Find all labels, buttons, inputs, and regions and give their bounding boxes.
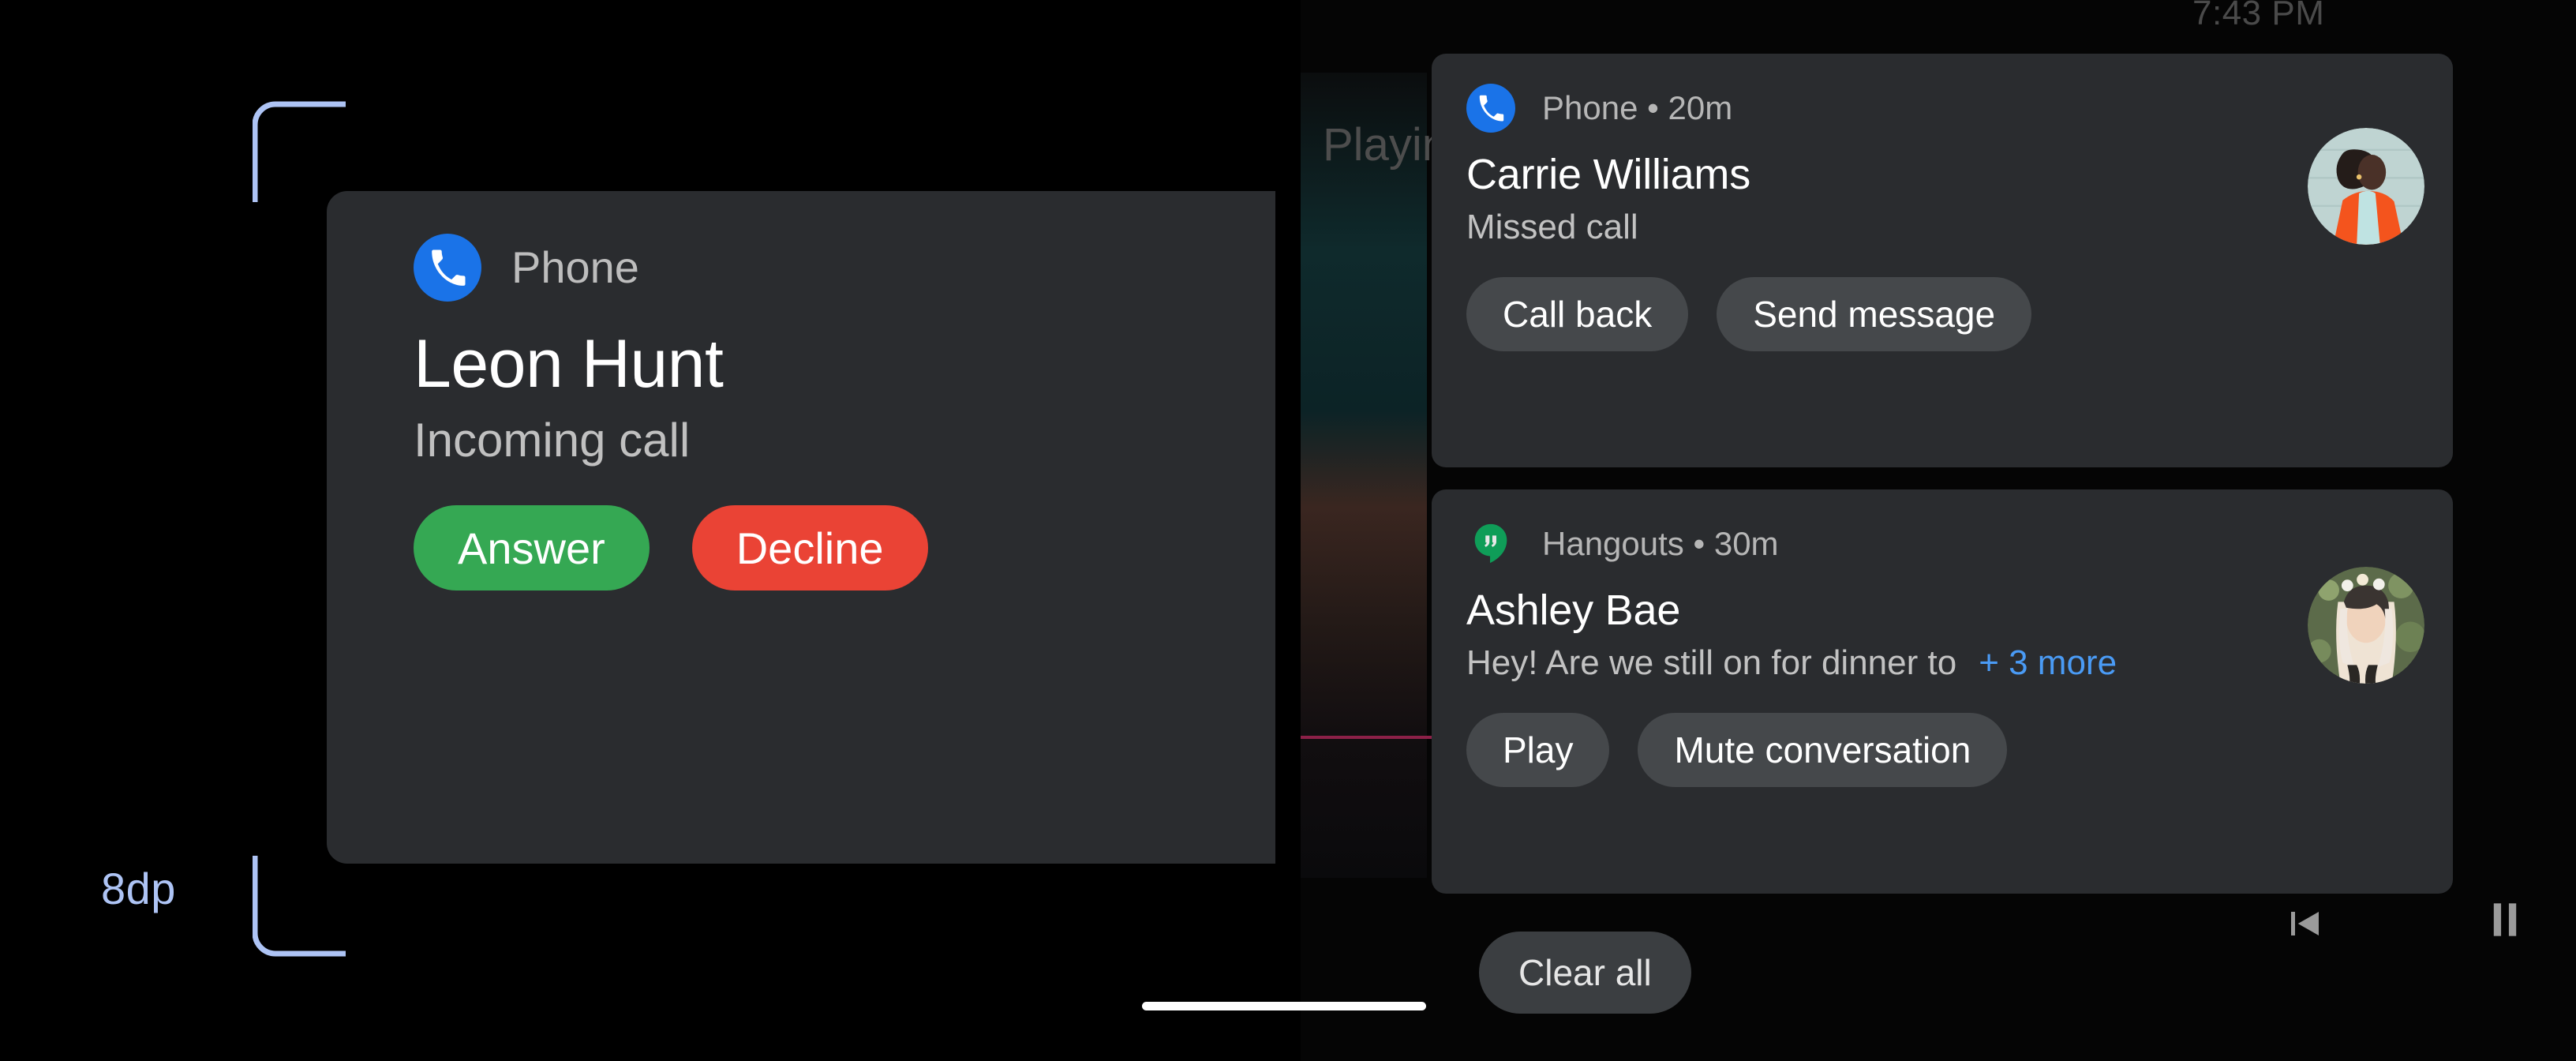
album-art xyxy=(1301,73,1427,878)
avatar-image xyxy=(2308,567,2424,684)
notification-title: Ashley Bae xyxy=(1466,587,1681,634)
avatar xyxy=(2308,128,2424,245)
call-app-name: Phone xyxy=(511,242,639,292)
avatar xyxy=(2308,567,2424,684)
send-message-button[interactable]: Send message xyxy=(1717,277,2032,352)
notification-shade: Phone • 20m Carrie Williams Missed call … xyxy=(1432,0,2576,1061)
notification-actions: Play Mute conversation xyxy=(1466,713,2418,788)
notification-app-label: Hangouts • 30m xyxy=(1542,525,1779,562)
phone-icon xyxy=(414,234,481,302)
notification-text: Hey! Are we still on for dinner to xyxy=(1466,643,1957,683)
notification-header: Hangouts • 30m xyxy=(1466,516,2418,572)
screen: Playing 7:43 PM 8dp Phone Leon Hunt Inco… xyxy=(0,0,2576,1061)
spec-bracket-bottom-left xyxy=(253,856,346,957)
play-button[interactable]: Play xyxy=(1466,713,1610,788)
decline-button[interactable]: Decline xyxy=(691,505,928,591)
call-action-row: Answer Decline xyxy=(414,505,1275,591)
mute-conversation-button[interactable]: Mute conversation xyxy=(1638,713,2008,788)
incoming-call-card[interactable]: Phone Leon Hunt Incoming call Answer Dec… xyxy=(327,191,1275,864)
notification-card[interactable]: Hangouts • 30m Ashley Bae Hey! Are we st… xyxy=(1432,489,2453,894)
avatar-image xyxy=(2308,128,2424,245)
notification-text: Missed call xyxy=(1466,208,1638,247)
notification-app-label: Phone • 20m xyxy=(1542,89,1733,126)
notification-title: Carrie Williams xyxy=(1466,151,1750,198)
call-status: Incoming call xyxy=(414,414,691,467)
call-back-button[interactable]: Call back xyxy=(1466,277,1689,352)
home-indicator xyxy=(1142,1002,1426,1010)
notification-body: Ashley Bae Hey! Are we still on for dinn… xyxy=(1466,567,2424,686)
notification-text-row: Missed call xyxy=(1466,208,2418,250)
notification-header: Phone • 20m xyxy=(1466,81,2418,136)
spec-bracket-top-left xyxy=(253,101,346,202)
notification-more-link[interactable]: + 3 more xyxy=(1979,643,2117,684)
hangouts-icon xyxy=(1466,519,1515,568)
phone-icon xyxy=(1466,84,1515,133)
answer-button[interactable]: Answer xyxy=(414,505,650,591)
clear-all-button[interactable]: Clear all xyxy=(1479,932,1691,1014)
spec-dimension-label: 8dp xyxy=(101,864,176,913)
hangouts-glyph xyxy=(1474,523,1507,564)
playback-progress-bar[interactable] xyxy=(1301,736,1443,739)
notification-actions: Call back Send message xyxy=(1466,277,2418,352)
call-app-row: Phone xyxy=(414,232,1275,303)
notification-text-row: Hey! Are we still on for dinner to + 3 m… xyxy=(1466,643,2418,686)
notification-body: Carrie Williams Missed call xyxy=(1466,128,2424,250)
notification-card[interactable]: Phone • 20m Carrie Williams Missed call … xyxy=(1432,54,2453,467)
caller-name: Leon Hunt xyxy=(414,326,724,402)
